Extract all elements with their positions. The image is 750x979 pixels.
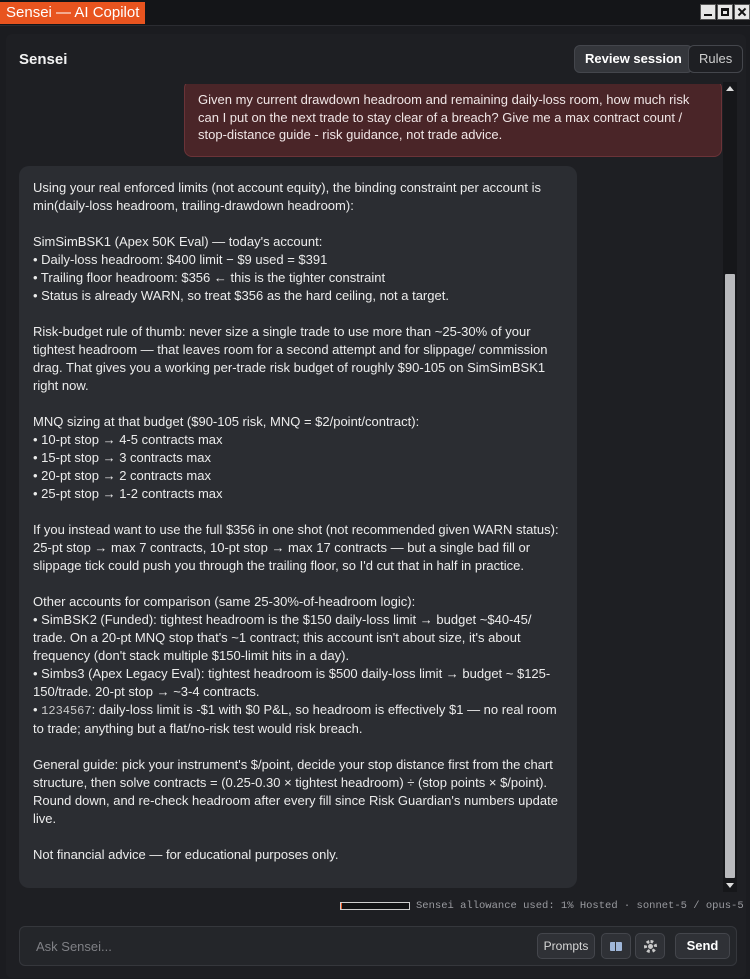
sizing-line: • 25-pt stop → 1-2 contracts max [33,486,223,501]
sizing-line: • 10-pt stop → 4-5 contracts max [33,432,223,447]
panel-title: Sensei [19,51,68,68]
account1-line: • Daily-loss headroom: $400 limit − $9 u… [33,252,328,267]
prompts-button[interactable]: Prompts [537,933,595,959]
other-accounts-block: Other accounts for comparison (same 25-3… [33,593,563,738]
sensei-panel: Sensei Review session Rules Given my cur… [6,34,746,978]
scrollbar-thumb[interactable] [725,274,735,878]
composer: Prompts Send [19,926,737,966]
title-bar: Sensei — AI Copilot [0,0,750,26]
sizing-line: • 15-pt stop → 3 contracts max [33,450,211,465]
allowance-meter-fill [341,903,342,909]
other-account-bullet: • [33,702,42,717]
sizing-title: MNQ sizing at that budget ($90-105 risk,… [33,414,420,429]
gear-icon [643,940,657,953]
allowance-text: Sensei allowance used: 1% Hosted · sonne… [416,900,744,912]
account1-block: SimSimBSK1 (Apex 50K Eval) — today's acc… [33,233,563,305]
review-session-button[interactable]: Review session [574,45,693,73]
sizing-line: • 20-pt stop → 2 contracts max [33,468,211,483]
allowance-meter [340,902,410,910]
close-icon[interactable] [734,4,750,20]
assistant-intro: Using your real enforced limits (not acc… [33,179,563,215]
risk-rule-paragraph: Risk-budget rule of thumb: never size a … [33,324,548,393]
intro-text: Using your real enforced limits (not acc… [33,180,541,213]
rules-button[interactable]: Rules [688,45,744,73]
settings-button[interactable] [635,933,665,959]
book-icon [610,942,622,951]
disclaimer: Not financial advice — for educational p… [33,847,339,862]
panel-header: Sensei Review session Rules [6,34,746,84]
account-id: 1234567 [41,704,92,718]
sizing-block: MNQ sizing at that budget ($90-105 risk,… [33,413,563,503]
user-message: Given my current drawdown headroom and r… [184,84,722,157]
chat-transcript[interactable]: Given my current drawdown headroom and r… [6,84,746,894]
library-button[interactable] [601,933,631,959]
usage-row: Sensei allowance used: 1% Hosted · sonne… [6,900,746,914]
minimize-icon[interactable] [700,4,716,20]
account1-line: • Trailing floor headroom: $356 ← this i… [33,270,386,285]
full-shot-paragraph: If you instead want to use the full $356… [33,522,559,573]
ask-input[interactable] [28,933,528,959]
chat-scrollbar[interactable] [723,82,737,892]
assistant-message: Using your real enforced limits (not acc… [19,166,577,888]
scroll-down-icon[interactable] [726,883,734,888]
other-accounts-title: Other accounts for comparison (same 25-3… [33,594,416,609]
general-guide-paragraph: General guide: pick your instrument's $/… [33,757,558,826]
other-account-line: • Simbs3 (Apex Legacy Eval): tightest he… [33,666,551,699]
window-title: Sensei — AI Copilot [0,2,146,24]
scroll-up-icon[interactable] [726,86,734,91]
send-button[interactable]: Send [675,933,730,959]
window-controls [700,4,750,20]
account1-line: • Status is already WARN, so treat $356 … [33,288,449,303]
account1-title: SimSimBSK1 (Apex 50K Eval) — today's acc… [33,234,323,249]
other-account-line: : daily-loss limit is -$1 with $0 P&L, s… [33,702,557,736]
other-account-line: • SimBSK2 (Funded): tightest headroom is… [33,612,532,663]
maximize-icon[interactable] [717,4,733,20]
